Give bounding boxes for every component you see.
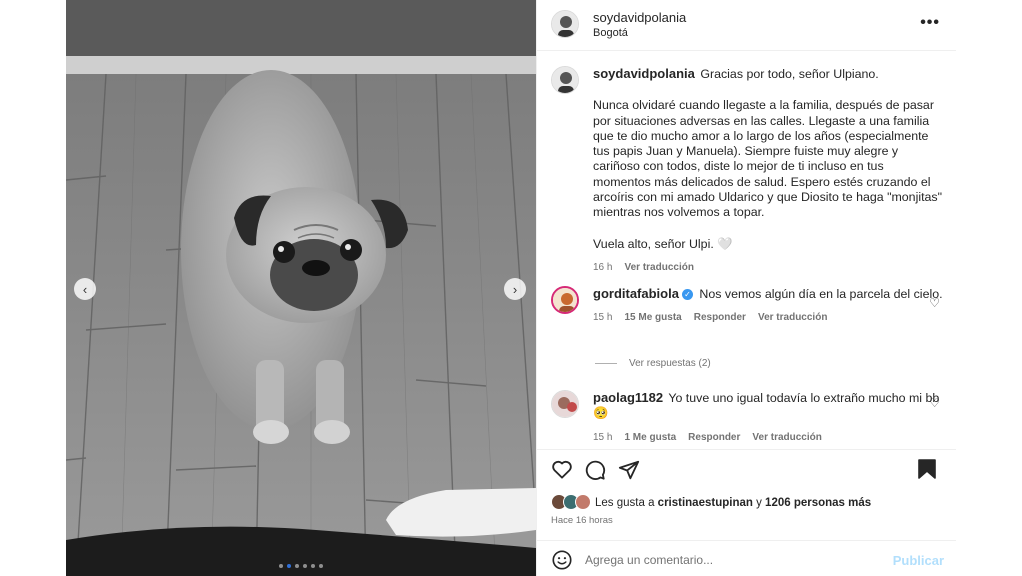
caption-see-translation-link[interactable]: Ver traducción: [624, 262, 693, 273]
carousel-prev-button[interactable]: ‹: [74, 278, 96, 300]
replies-divider: [595, 363, 617, 364]
liker-avatars: [551, 494, 595, 512]
comment-see-translation-link[interactable]: Ver traducción: [752, 432, 821, 443]
view-replies-button[interactable]: Ver respuestas (2): [595, 358, 711, 369]
likes-others-link[interactable]: 1206 personas más: [765, 497, 871, 509]
comment-item: gorditafabiola ✓ Nos vemos algún día en l…: [551, 286, 944, 323]
caption-first-line: Gracias por todo, señor Ulpiano.: [700, 67, 879, 81]
comment-item: paolag1182 Yo tuve uno igual todavía lo …: [551, 390, 944, 443]
post-timestamp[interactable]: Hace 16 horas: [551, 515, 613, 526]
likes-prefix: Les gusta a: [595, 497, 655, 509]
comments-section[interactable]: soydavidpolania Gracias por todo, señor …: [537, 52, 956, 448]
author-username[interactable]: soydavidpolania: [593, 10, 686, 25]
comment-text: Nos vemos algún día en la parcela del ci…: [699, 287, 943, 301]
comment-see-translation-link[interactable]: Ver traducción: [758, 312, 827, 323]
caption-author-avatar[interactable]: [551, 66, 579, 94]
comment-reply-button[interactable]: Responder: [688, 432, 740, 443]
caption-paragraph: Nunca olvidaré cuando llegaste a la fami…: [593, 98, 943, 220]
carousel-dot: [279, 564, 283, 568]
caption-closing: Vuela alto, señor Ulpi. 🤍: [593, 236, 733, 251]
commenter-username[interactable]: gorditafabiola: [593, 286, 679, 301]
caption-author-username[interactable]: soydavidpolania: [593, 66, 695, 81]
carousel-dot: [311, 564, 315, 568]
share-paper-plane-icon[interactable]: [618, 459, 640, 486]
likes-user-link[interactable]: cristinaestupinan: [658, 497, 753, 509]
caption-time: 16 h: [593, 261, 613, 273]
save-bookmark-icon[interactable]: [918, 459, 936, 484]
liker-avatar: [575, 494, 591, 510]
post-location[interactable]: Bogotá: [593, 27, 628, 39]
likes-summary[interactable]: Les gusta a cristinaestupinan y 1206 per…: [551, 494, 871, 512]
post-header: soydavidpolania Bogotá •••: [537, 0, 956, 51]
post-photo[interactable]: ‹ ›: [66, 0, 536, 576]
commenter-avatar[interactable]: [551, 286, 579, 314]
comment-time: 15 h: [593, 431, 613, 443]
carousel-indicator: [66, 564, 536, 568]
pug-photo: [66, 0, 536, 576]
author-avatar[interactable]: [551, 10, 579, 38]
comment-time: 15 h: [593, 312, 613, 324]
carousel-dot: [303, 564, 307, 568]
view-replies-label: Ver respuestas (2): [629, 358, 711, 369]
post-details: soydavidpolania Bogotá ••• soydavidpolan…: [536, 0, 956, 576]
comment-likes-count[interactable]: 15 Me gusta: [624, 312, 681, 323]
like-heart-icon[interactable]: [551, 459, 573, 484]
comment-reply-button[interactable]: Responder: [694, 312, 746, 323]
caption: soydavidpolania Gracias por todo, señor …: [551, 66, 944, 273]
likes-connector: y: [756, 497, 762, 509]
commenter-username[interactable]: paolag1182: [593, 390, 663, 405]
post-actions: [537, 449, 956, 487]
post-comment-button[interactable]: Publicar: [893, 553, 944, 568]
more-options-icon[interactable]: •••: [920, 14, 940, 32]
comment-like-heart-icon[interactable]: ♡: [929, 296, 940, 310]
comment-bubble-icon[interactable]: [584, 459, 606, 486]
chevron-right-icon: ›: [512, 281, 518, 297]
comment-likes-count[interactable]: 1 Me gusta: [624, 432, 676, 443]
carousel-dot: [295, 564, 299, 568]
commenter-avatar[interactable]: [551, 390, 579, 418]
chevron-left-icon: ‹: [82, 281, 88, 297]
comment-input[interactable]: [585, 550, 875, 570]
carousel-dot-active: [287, 564, 291, 568]
emoji-smiley-icon[interactable]: [551, 549, 573, 576]
add-comment-bar: Publicar: [537, 540, 956, 576]
comment-like-heart-icon[interactable]: ♡: [929, 396, 940, 410]
verified-badge-icon: ✓: [681, 289, 693, 300]
carousel-dot: [319, 564, 323, 568]
carousel-next-button[interactable]: ›: [504, 278, 526, 300]
